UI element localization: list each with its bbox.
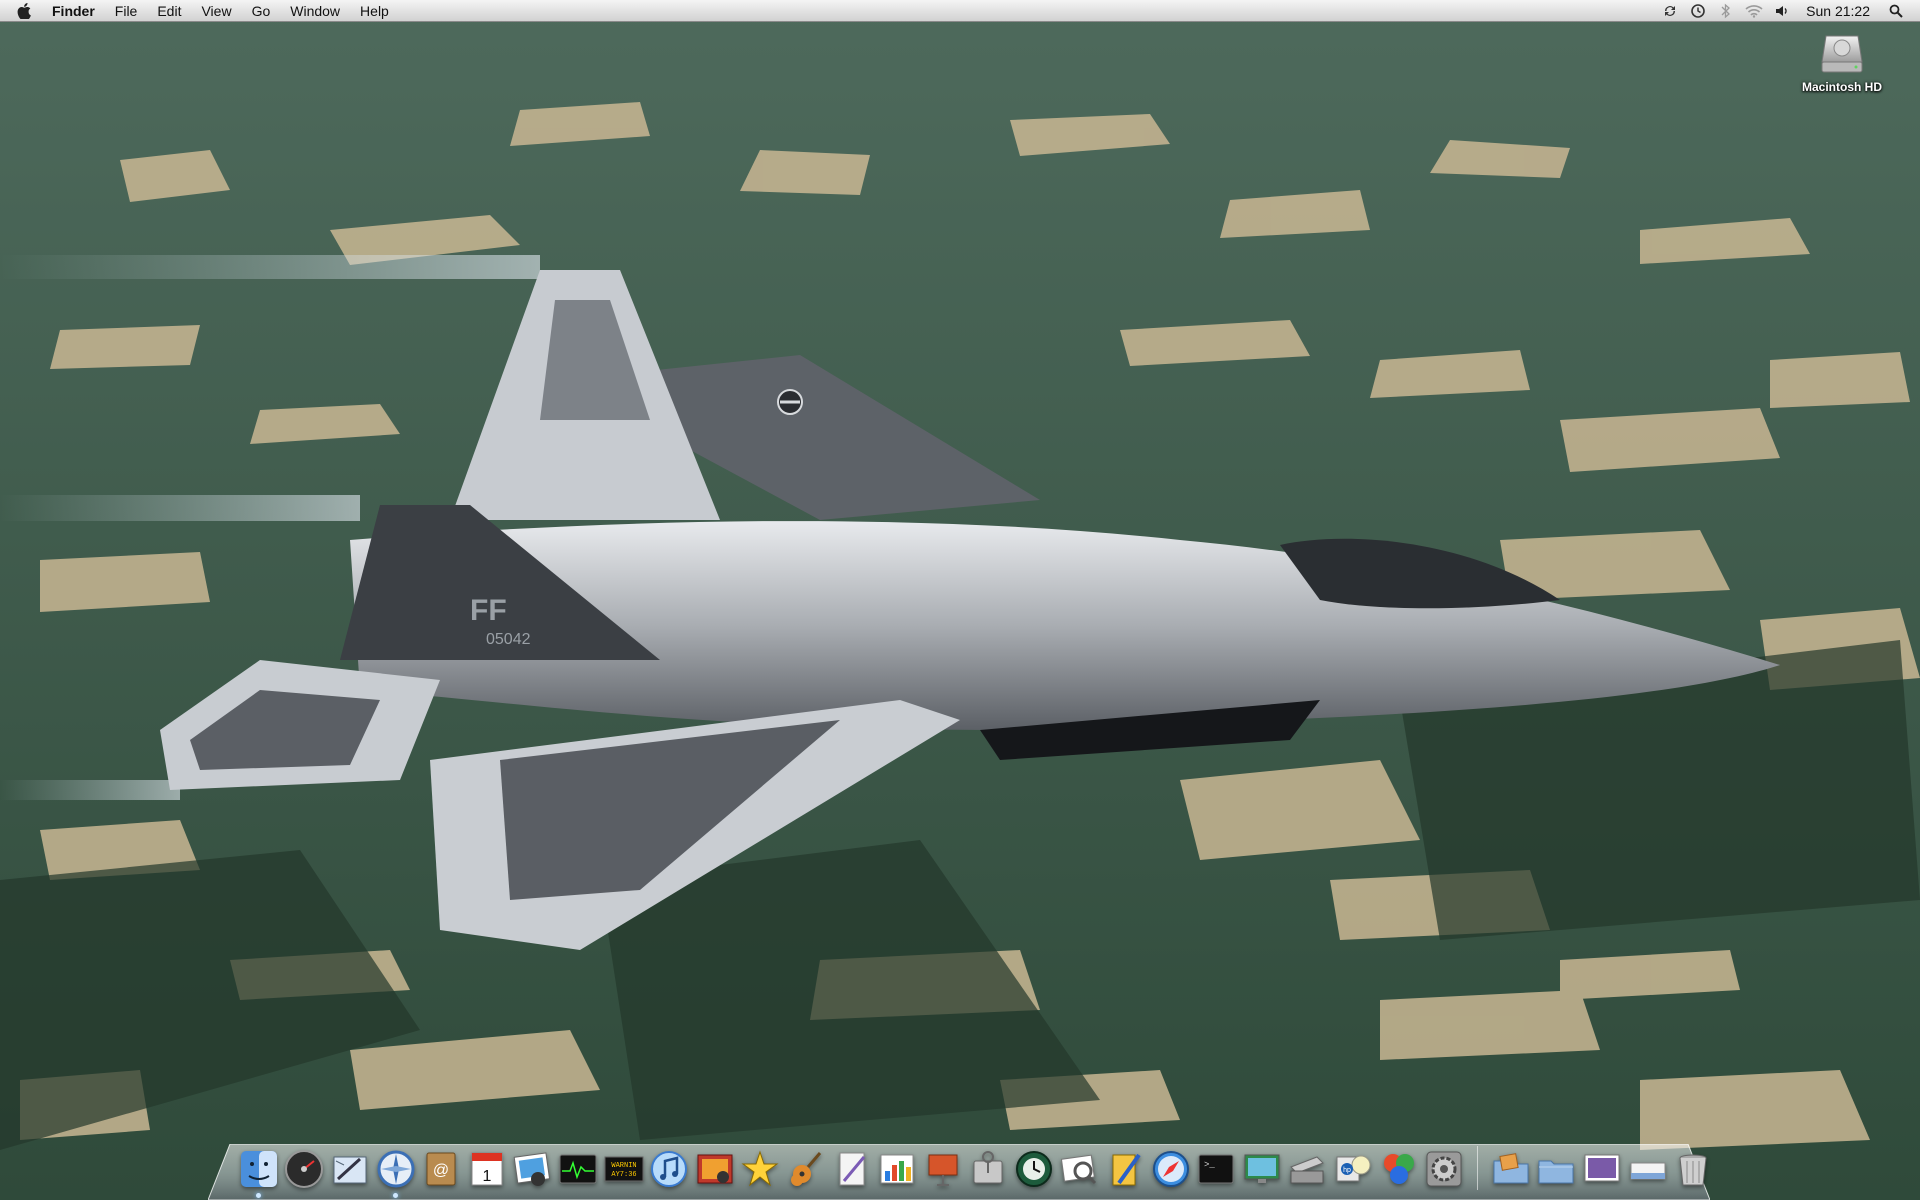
dock-disk-utility[interactable] [968,1148,1008,1190]
dock-hp-utility[interactable]: hp [1333,1148,1373,1190]
menu-help[interactable]: Help [350,0,399,22]
safari-icon [1152,1151,1189,1187]
currency-icon [1383,1154,1414,1184]
calendar-icon: 1 [471,1152,503,1186]
folder-stack-icon [1493,1153,1529,1184]
dock-terminal[interactable]: >_ [1196,1148,1236,1190]
presentation-icon [928,1154,958,1186]
hard-drive-icon [1818,30,1866,78]
svg-text:1: 1 [482,1168,491,1185]
dock-stack-documents[interactable] [1536,1148,1576,1190]
svg-text:05042: 05042 [486,631,531,648]
pages-icon [1112,1153,1141,1186]
dock-stack-applications[interactable] [1491,1148,1531,1190]
dock-script-editor[interactable] [832,1148,872,1190]
svg-text:AY7:36: AY7:36 [611,1171,636,1179]
menu-bar: Finder File Edit View Go Window Help Sun… [0,0,1920,22]
dock-imovie[interactable] [740,1148,780,1190]
menu-go[interactable]: Go [242,0,281,22]
dock-stack-downloads[interactable] [1628,1148,1668,1190]
desktop-icon-macintosh-hd[interactable]: Macintosh HD [1792,30,1892,94]
svg-text:hp: hp [1343,1167,1351,1174]
dock-mail[interactable] [330,1148,370,1190]
svg-text:>_: >_ [1204,1160,1215,1170]
guitar-icon [790,1152,822,1186]
menu-file[interactable]: File [105,0,148,22]
dock-itunes[interactable] [649,1148,689,1190]
trash-icon [1679,1154,1707,1186]
itunes-icon [651,1151,688,1187]
system-preferences-icon [1426,1151,1462,1187]
dock-scanner[interactable] [1287,1148,1327,1190]
dock-system-preferences[interactable] [1424,1148,1464,1190]
menu-clock[interactable]: Sun 21:22 [1806,3,1870,19]
dock-finder[interactable] [239,1148,279,1198]
dock-dashboard[interactable] [284,1148,324,1190]
scanner-icon [1290,1156,1325,1184]
dock-garageband[interactable] [786,1148,826,1190]
bluetooth-icon[interactable] [1715,0,1737,22]
preview-icon [1061,1154,1097,1185]
dashboard-icon [285,1150,324,1188]
display-icon [1244,1154,1280,1183]
svg-text:@: @ [433,1162,449,1179]
apple-icon[interactable] [14,0,34,22]
menu-edit[interactable]: Edit [147,0,191,22]
screenshot-icon [1584,1154,1620,1182]
dock-grapher[interactable] [877,1148,917,1190]
script-icon [839,1152,865,1186]
dock-display[interactable] [1242,1148,1282,1190]
volume-icon[interactable] [1771,0,1793,22]
photo-booth-icon [697,1154,733,1184]
dock-stack-screenshot[interactable] [1582,1148,1622,1190]
menu-window[interactable]: Window [280,0,350,22]
sync-icon[interactable] [1659,0,1681,22]
dock-photo-booth[interactable] [695,1148,735,1190]
dock-safari-compass[interactable] [376,1148,416,1198]
dock-address-book[interactable]: @ [421,1148,461,1190]
menu-app-finder[interactable]: Finder [46,0,105,22]
finder-icon [240,1151,277,1187]
time-machine-icon[interactable] [1687,0,1709,22]
dock-ical[interactable]: 1 [467,1148,507,1190]
dock-iphoto[interactable] [512,1148,552,1190]
dock: @ 1 WARNIN AY7:36 >_ hp [236,1140,1716,1198]
safari-compass-icon [377,1150,415,1188]
dock-pages[interactable] [1105,1148,1145,1190]
wifi-icon[interactable] [1743,0,1765,22]
dock-time-machine[interactable] [1014,1148,1054,1190]
desktop-wallpaper: FF 05042 [0,0,1920,1200]
folder-icon [1538,1160,1574,1184]
activity-monitor-icon [559,1154,597,1184]
dock-currency[interactable] [1379,1148,1419,1190]
dock-keynote[interactable] [923,1148,963,1190]
svg-text:WARNIN: WARNIN [611,1162,636,1170]
dock-activity-monitor[interactable] [558,1148,598,1190]
dock-trash[interactable] [1673,1148,1713,1190]
dock-console[interactable]: WARNIN AY7:36 [604,1148,644,1190]
photos-icon [514,1152,551,1186]
menu-view[interactable]: View [191,0,241,22]
downloads-icon [1630,1162,1666,1180]
chart-icon [880,1154,914,1184]
mail-icon [333,1156,367,1184]
dock-safari[interactable] [1151,1148,1191,1190]
terminal-icon: >_ [1198,1154,1234,1184]
console-icon: WARNIN AY7:36 [604,1156,644,1182]
hp-icon: hp [1336,1155,1371,1182]
spotlight-icon[interactable] [1885,0,1907,22]
disk-utility-icon [973,1151,1003,1184]
dock-separator [1477,1146,1479,1190]
desktop-icon-label: Macintosh HD [1801,80,1882,94]
time-machine-dock-icon [1015,1151,1052,1187]
imovie-star-icon [741,1150,779,1187]
svg-text:FF: FF [470,594,507,627]
dock-preview[interactable] [1059,1148,1099,1190]
address-book-icon: @ [426,1152,456,1186]
